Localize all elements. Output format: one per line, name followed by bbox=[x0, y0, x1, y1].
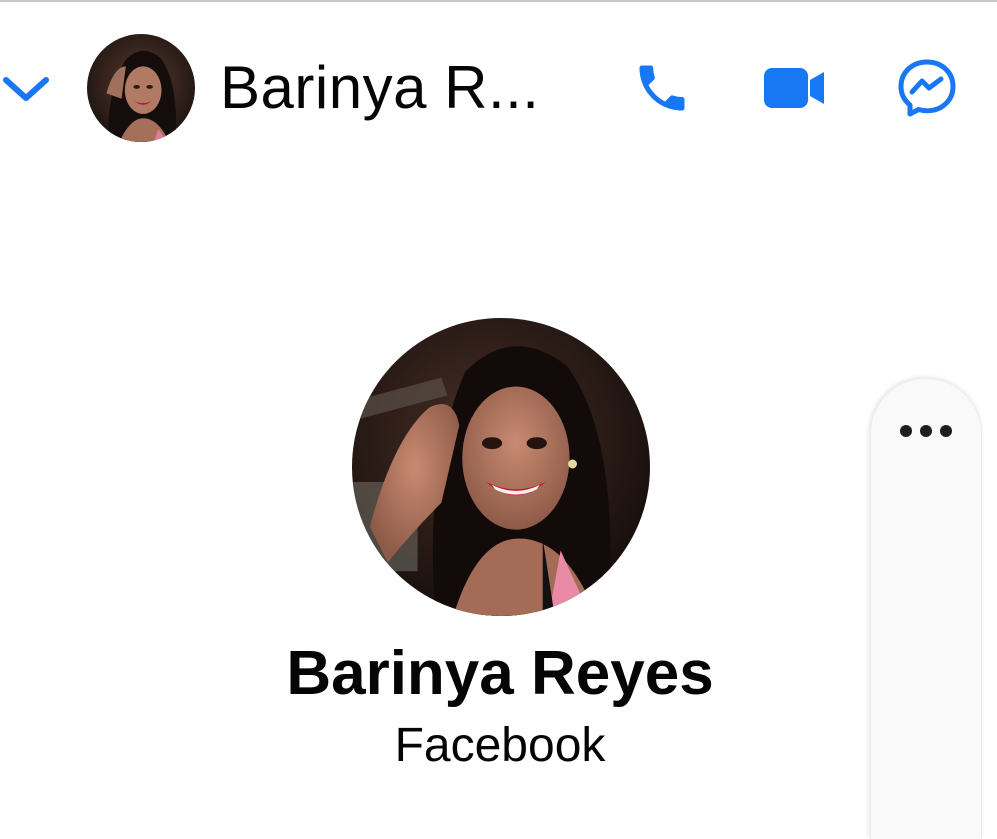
messenger-icon bbox=[898, 59, 956, 117]
phone-icon bbox=[639, 65, 685, 111]
more-options-button[interactable] bbox=[886, 411, 966, 451]
chevron-down-icon[interactable] bbox=[2, 72, 54, 108]
profile-name: Barinya Reyes bbox=[286, 639, 714, 708]
more-dots-icon bbox=[900, 425, 952, 437]
call-button[interactable] bbox=[630, 56, 694, 120]
side-panel bbox=[870, 378, 982, 839]
profile-avatar[interactable] bbox=[352, 318, 650, 616]
messenger-button[interactable] bbox=[895, 56, 959, 120]
chat-header: Barinya R... bbox=[0, 2, 997, 142]
avatar[interactable] bbox=[87, 34, 195, 142]
profile-subtitle: Facebook bbox=[394, 719, 606, 772]
video-call-button[interactable] bbox=[762, 56, 826, 120]
header-title: Barinya R... bbox=[220, 54, 540, 121]
video-camera-icon bbox=[764, 68, 824, 108]
